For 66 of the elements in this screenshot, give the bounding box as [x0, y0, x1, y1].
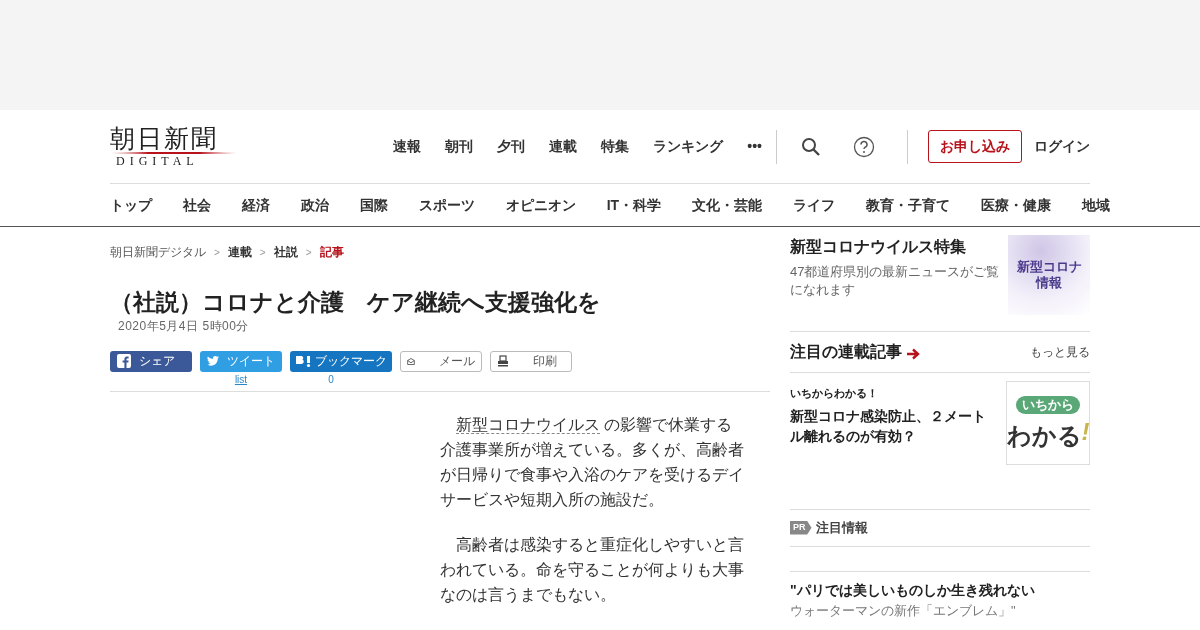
share-button[interactable]: 印刷 — [490, 350, 572, 372]
login-button[interactable]: ログイン — [1034, 136, 1090, 157]
logo-mark: ! — [1081, 417, 1090, 447]
breadcrumb-separator: > — [305, 245, 312, 260]
bird-icon — [207, 355, 219, 368]
nav-link[interactable]: 連載 — [549, 136, 578, 157]
category-link[interactable]: ライフ — [793, 194, 836, 216]
feature-banner[interactable]: 新型コロナ情報 — [1008, 235, 1090, 315]
logo-subtitle: DIGITAL — [115, 153, 200, 168]
nav-link[interactable]: 速報 — [393, 136, 422, 157]
hatena-icon — [295, 354, 313, 368]
share-button[interactable]: メール — [400, 350, 482, 372]
article-date: 2020年5月4日 5時00分 — [118, 317, 250, 335]
category-link[interactable]: 医療・健康 — [980, 194, 1051, 216]
nav-link[interactable]: 特集 — [601, 136, 630, 157]
apply-button[interactable]: お申し込み — [928, 130, 1022, 163]
series-kicker: いちからわかる！ — [790, 386, 879, 401]
nav-link[interactable]: ••• — [747, 136, 762, 157]
breadcrumb-link[interactable]: 社説 — [273, 243, 298, 261]
feature-title[interactable]: 新型コロナウイルス特集 — [790, 235, 1000, 259]
search-icon[interactable] — [801, 136, 821, 157]
category-link[interactable]: 教育・子育て — [866, 194, 950, 216]
article-paragraph: 高齢者は感染すると重症化しやすいと言われている。命を守ることが何よりも大事なのは言うまでもない。 — [440, 534, 745, 605]
section-heading: 注目の連載記事 — [790, 342, 902, 362]
category-link[interactable]: 国際 — [359, 194, 388, 216]
share-count[interactable]: list — [200, 371, 282, 387]
logo-label: いちから — [1016, 396, 1080, 414]
series-article-title[interactable]: 新型コロナ感染防止、２メートル離れるのが有効？ — [790, 405, 998, 446]
category-link[interactable]: 文化・芸能 — [692, 194, 763, 216]
category-link[interactable]: 経済 — [241, 194, 270, 216]
category-link[interactable]: スポーツ — [418, 194, 475, 216]
printer-icon — [497, 355, 509, 368]
envelope-icon — [407, 355, 415, 367]
pr-article-subtitle: ウォーターマンの新作「エンブレム」" — [790, 601, 1017, 620]
nav-link[interactable]: ランキング — [653, 136, 724, 157]
breadcrumb-separator: > — [214, 245, 220, 260]
breadcrumb-link[interactable]: 朝日新聞デジタル — [110, 243, 206, 261]
category-link[interactable]: オピニオン — [505, 194, 576, 216]
banner-text: 新型コロナ情報 — [1015, 259, 1083, 291]
pr-heading: 注目情報 — [815, 519, 868, 537]
feature-description: 47都道府県別の最新ニュースがご覧になれます — [790, 263, 1000, 299]
nav-link[interactable]: 夕刊 — [497, 136, 526, 157]
category-link[interactable]: 政治 — [300, 194, 329, 216]
share-button[interactable]: ブックマーク — [290, 350, 392, 372]
article-paragraph: 新型コロナウイルス の影響で休業する介護事業所が増えている。多くが、高齢者が日帰りで食事や入浴のケアを受けるデイサービスや短期入所の施設だ。 — [440, 414, 745, 510]
arrow-icon — [906, 348, 920, 360]
category-link[interactable]: 地域 — [1081, 194, 1110, 216]
category-link[interactable]: IT・科学 — [606, 194, 662, 216]
breadcrumb-link[interactable]: 連載 — [227, 243, 252, 261]
more-link[interactable]: もっと見る — [1030, 343, 1090, 361]
breadcrumb-separator: > — [259, 245, 266, 260]
article-title: （社説）コロナと介護 ケア継続へ支援強化を — [110, 288, 602, 317]
share-button[interactable]: シェア — [110, 350, 192, 372]
logo-title: 朝日新聞 — [110, 125, 219, 152]
nav-link[interactable]: 朝刊 — [445, 136, 474, 157]
pr-badge: PR — [790, 521, 812, 535]
logo-word: わかる — [1006, 422, 1082, 450]
article-link[interactable]: 新型コロナウイルス — [456, 415, 600, 434]
breadcrumb-current: 記事 — [319, 244, 344, 261]
category-link[interactable]: 社会 — [182, 194, 211, 216]
category-link[interactable]: トップ — [110, 194, 152, 216]
facebook-icon — [117, 354, 131, 369]
series-logo[interactable]: いちから わかる! — [1006, 381, 1090, 465]
help-icon[interactable] — [853, 135, 875, 158]
pr-article-title[interactable]: "パリでは美しいものしか生き残れない — [790, 579, 1090, 601]
share-count: 0 — [327, 372, 335, 387]
